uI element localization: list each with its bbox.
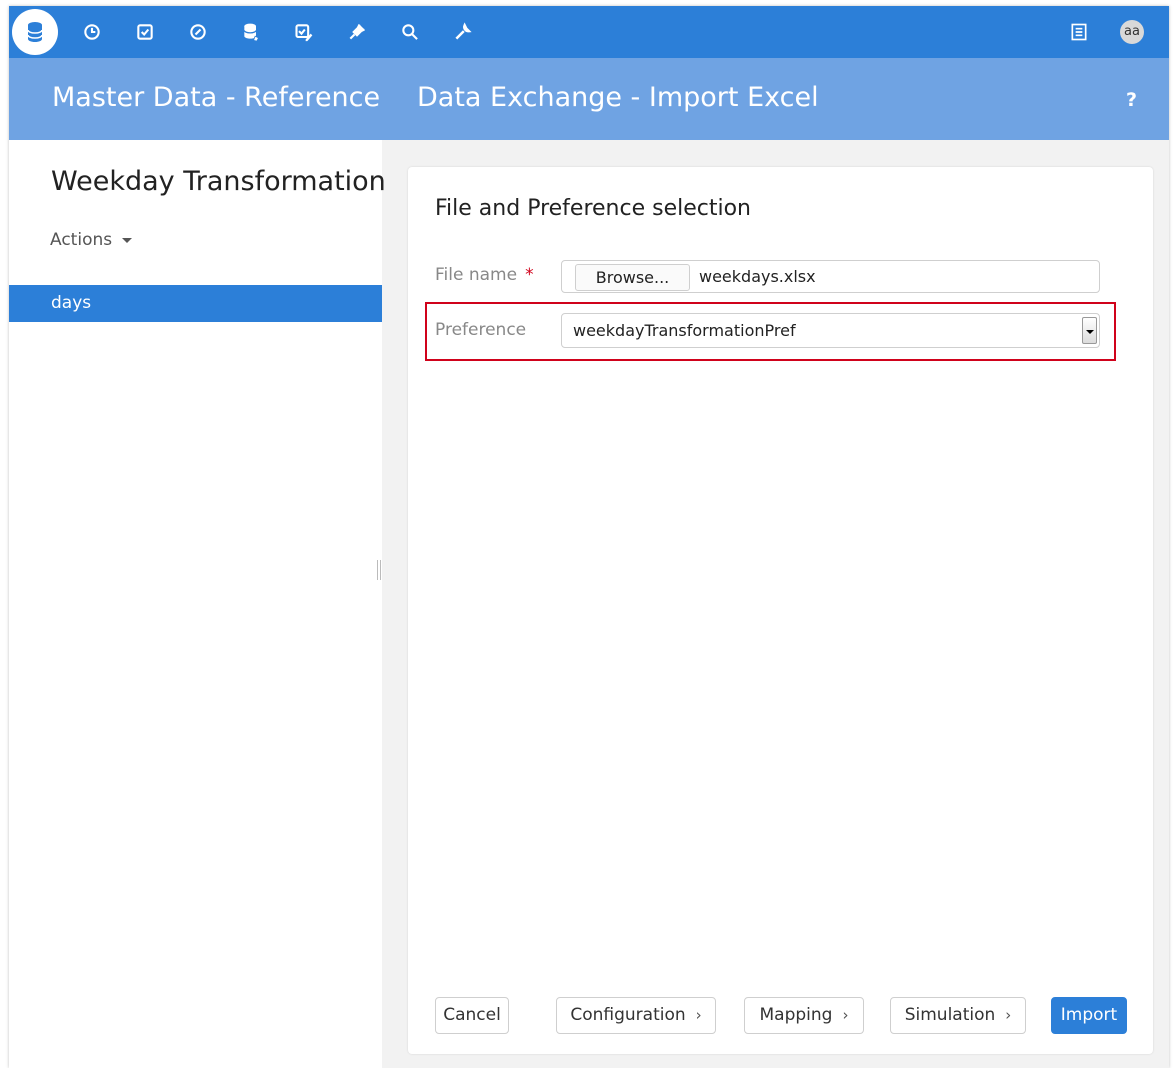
caret-down-icon	[122, 237, 133, 243]
sidebar-item-days[interactable]: days	[9, 285, 382, 322]
simulation-label: Simulation	[904, 1005, 996, 1025]
file-input[interactable]: Browse... weekdays.xlsx	[561, 260, 1100, 293]
avatar[interactable]: aa	[1120, 20, 1144, 44]
configuration-label: Configuration	[570, 1005, 686, 1025]
sidebar: Weekday Transformation Actions days	[9, 140, 386, 1068]
gauge-icon[interactable]	[186, 20, 210, 44]
simulation-button[interactable]: Simulation ›	[890, 997, 1026, 1034]
page-title: Data Exchange - Import Excel	[417, 82, 819, 113]
mapping-button[interactable]: Mapping ›	[744, 997, 864, 1034]
file-name-label-text: File name	[435, 265, 518, 285]
file-name-label: File name *	[435, 265, 534, 285]
cancel-button[interactable]: Cancel	[435, 997, 509, 1034]
plug-icon[interactable]	[345, 20, 369, 44]
preference-value: weekdayTransformationPref	[573, 321, 796, 340]
top-toolbar: aa	[9, 6, 1169, 58]
import-button[interactable]: Import	[1051, 997, 1127, 1034]
configuration-button[interactable]: Configuration ›	[556, 997, 716, 1034]
checkbox-icon[interactable]	[133, 20, 157, 44]
preference-label: Preference	[435, 320, 527, 340]
file-name-value: weekdays.xlsx	[699, 267, 816, 286]
required-mark: *	[525, 265, 534, 285]
section-title: File and Preference selection	[435, 196, 751, 221]
list-icon[interactable]	[1067, 20, 1091, 44]
app-window: aa Master Data - Reference Data Exchange…	[9, 6, 1169, 1068]
chevron-right-icon: ›	[1005, 1006, 1012, 1024]
breadcrumb-master-data: Master Data - Reference	[52, 82, 381, 113]
dropdown-arrow-icon[interactable]	[1082, 317, 1097, 344]
mapping-label: Mapping	[759, 1005, 833, 1025]
chevron-right-icon: ›	[842, 1006, 849, 1024]
actions-menu[interactable]: Actions	[50, 230, 133, 250]
search-icon[interactable]	[398, 20, 422, 44]
help-icon[interactable]: ?	[1126, 89, 1137, 111]
preference-select[interactable]: weekdayTransformationPref	[561, 313, 1100, 348]
browse-button[interactable]: Browse...	[575, 264, 690, 291]
database-icon[interactable]	[12, 9, 58, 55]
panel-splitter[interactable]	[377, 560, 381, 580]
sidebar-title: Weekday Transformation	[51, 166, 386, 197]
clock-icon[interactable]	[80, 20, 104, 44]
chevron-right-icon: ›	[695, 1006, 702, 1024]
wrench-icon[interactable]	[451, 20, 475, 44]
actions-label: Actions	[50, 230, 113, 250]
checkbox-edit-icon[interactable]	[292, 20, 316, 44]
import-card: File and Preference selection File name *…	[408, 167, 1153, 1054]
page-header: Master Data - Reference Data Exchange - …	[9, 58, 1169, 140]
database-edit-icon[interactable]	[239, 20, 263, 44]
